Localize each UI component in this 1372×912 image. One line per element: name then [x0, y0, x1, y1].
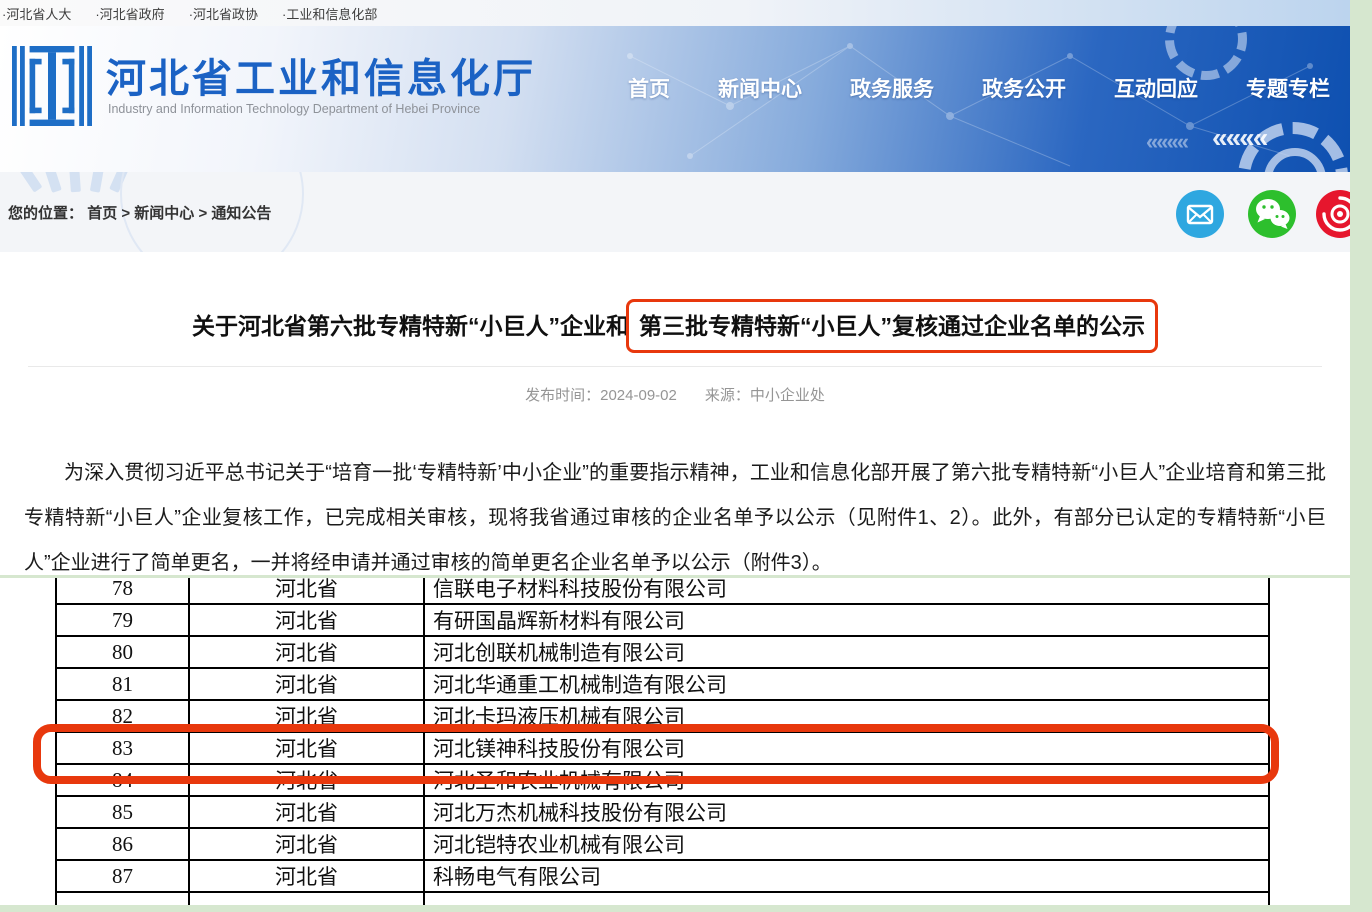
site-subtitle-en: Industry and Information Technology Depa… — [108, 102, 480, 116]
cell-no: 79 — [56, 604, 189, 636]
department-logo-icon[interactable] — [12, 40, 92, 132]
cell-company: 河北圣和农业机械有限公司 — [424, 764, 1269, 796]
cell-no: 87 — [56, 860, 189, 892]
table-row: 82 河北省 河北卡玛液压机械有限公司 — [56, 700, 1269, 732]
nav-special-topics[interactable]: 专题专栏 — [1246, 73, 1330, 103]
breadcrumb-path[interactable]: 首页 > 新闻中心 > 通知公告 — [87, 205, 271, 222]
table-row: 78 河北省 信联电子材料科技股份有限公司 — [56, 578, 1269, 604]
wechat-share-icon[interactable] — [1248, 190, 1296, 238]
table-row: 87 河北省 科畅电气有限公司 — [56, 860, 1269, 892]
cell-no: 81 — [56, 668, 189, 700]
cell-company: 河北创联机械制造有限公司 — [424, 636, 1269, 668]
main-nav: 首页 新闻中心 政务服务 政务公开 互动回应 专题专栏 — [628, 72, 1330, 104]
cell-region: 河北省 — [189, 668, 424, 700]
table-row: 79 河北省 有研国晶辉新材料有限公司 — [56, 604, 1269, 636]
table-row: 81 河北省 河北华通重工机械制造有限公司 — [56, 668, 1269, 700]
article-title-part2: 第三批专精特新“小巨人”复核通过企业名单的公示 — [639, 313, 1145, 339]
nav-news-center[interactable]: 新闻中心 — [718, 73, 802, 103]
chevron-decor-small: «««« — [1146, 129, 1187, 155]
site-header: «««« «««« 河北省工业和信息化厅 Industry and Inform… — [0, 26, 1350, 172]
breadcrumb-bar: 您的位置： 首页 > 新闻中心 > 通知公告 — [0, 172, 1350, 252]
breadcrumb-label: 您的位置： — [8, 205, 83, 222]
article-title: 关于河北省第六批专精特新“小巨人”企业和第三批专精特新“小巨人”复核通过企业名单… — [0, 299, 1350, 353]
top-link-hebei-cppcc[interactable]: ·河北省政协 — [189, 4, 258, 23]
article-body: 为深入贯彻习近平总书记关于“培育一批‘专精特新’中小企业”的重要指示精神，工业和… — [24, 451, 1326, 575]
cell-region: 河北省 — [189, 828, 424, 860]
chevron-decor-large: «««« — [1212, 122, 1266, 154]
cell-region: 河北省 — [189, 578, 424, 604]
attachment-table-panel: 78 河北省 信联电子材料科技股份有限公司 79 河北省 有研国晶辉新材料有限公… — [0, 578, 1350, 905]
top-link-hebei-npc[interactable]: ·河北省人大 — [2, 4, 71, 23]
table-row: 80 河北省 河北创联机械制造有限公司 — [56, 636, 1269, 668]
nav-gov-disclosure[interactable]: 政务公开 — [982, 73, 1066, 103]
cell-region: 河北省 — [189, 604, 424, 636]
publish-date: 2024-09-02 — [600, 387, 677, 404]
cell-no: 83 — [56, 732, 189, 764]
cell-company: 河北卡玛液压机械有限公司 — [424, 700, 1269, 732]
top-links-bar: ·河北省人大 ·河北省政府 ·河北省政协 ·工业和信息化部 — [0, 0, 1350, 26]
cell-no: 86 — [56, 828, 189, 860]
cell-region: 河北省 — [189, 732, 424, 764]
title-highlight-box: 第三批专精特新“小巨人”复核通过企业名单的公示 — [626, 299, 1158, 353]
cell-region: 河北省 — [189, 860, 424, 892]
publish-time-label: 发布时间： — [525, 387, 600, 404]
gear-icon — [1238, 122, 1348, 172]
cell-company: 河北万杰机械科技股份有限公司 — [424, 796, 1269, 828]
cell-no: 78 — [56, 578, 189, 604]
weibo-share-icon[interactable] — [1316, 190, 1350, 238]
cell-region: 河北省 — [189, 796, 424, 828]
cell-company: 河北华通重工机械制造有限公司 — [424, 668, 1269, 700]
enterprise-roster-table: 78 河北省 信联电子材料科技股份有限公司 79 河北省 有研国晶辉新材料有限公… — [55, 578, 1270, 905]
cell-no: 80 — [56, 636, 189, 668]
cell-company: 河北镁神科技股份有限公司 — [424, 732, 1269, 764]
site-title: 河北省工业和信息化厅 — [106, 46, 536, 104]
breadcrumb: 您的位置： 首页 > 新闻中心 > 通知公告 — [8, 202, 271, 223]
cell-no: 82 — [56, 700, 189, 732]
cell-no: 85 — [56, 796, 189, 828]
table-row: 84 河北省 河北圣和农业机械有限公司 — [56, 764, 1269, 796]
cell-region: 河北省 — [189, 636, 424, 668]
table-row-highlighted: 83 河北省 河北镁神科技股份有限公司 — [56, 732, 1269, 764]
cell-no: 84 — [56, 764, 189, 796]
source-label: 来源： — [705, 387, 750, 404]
nav-interaction[interactable]: 互动回应 — [1114, 73, 1198, 103]
article-title-part1: 关于河北省第六批专精特新“小巨人”企业和 — [192, 313, 629, 339]
cell-company: 有研国晶辉新材料有限公司 — [424, 604, 1269, 636]
table-row: 85 河北省 河北万杰机械科技股份有限公司 — [56, 796, 1269, 828]
nav-home[interactable]: 首页 — [628, 73, 670, 103]
cell-company: 信联电子材料科技股份有限公司 — [424, 578, 1269, 604]
cell-company: 河北铠特农业机械有限公司 — [424, 828, 1269, 860]
table-row-partial — [56, 892, 1269, 905]
cell-region: 河北省 — [189, 700, 424, 732]
article-meta: 发布时间：2024-09-02 来源：中小企业处 — [0, 384, 1350, 405]
title-divider — [28, 366, 1322, 367]
nav-gov-services[interactable]: 政务服务 — [850, 73, 934, 103]
top-link-miit[interactable]: ·工业和信息化部 — [282, 4, 377, 23]
cell-company: 科畅电气有限公司 — [424, 860, 1269, 892]
source-value: 中小企业处 — [750, 387, 825, 404]
cell-region: 河北省 — [189, 764, 424, 796]
email-share-icon[interactable] — [1176, 190, 1224, 238]
webpage-panel: ·河北省人大 ·河北省政府 ·河北省政协 ·工业和信息化部 «««« «««« — [0, 0, 1350, 575]
top-link-hebei-gov[interactable]: ·河北省政府 — [95, 4, 164, 23]
table-row: 86 河北省 河北铠特农业机械有限公司 — [56, 828, 1269, 860]
